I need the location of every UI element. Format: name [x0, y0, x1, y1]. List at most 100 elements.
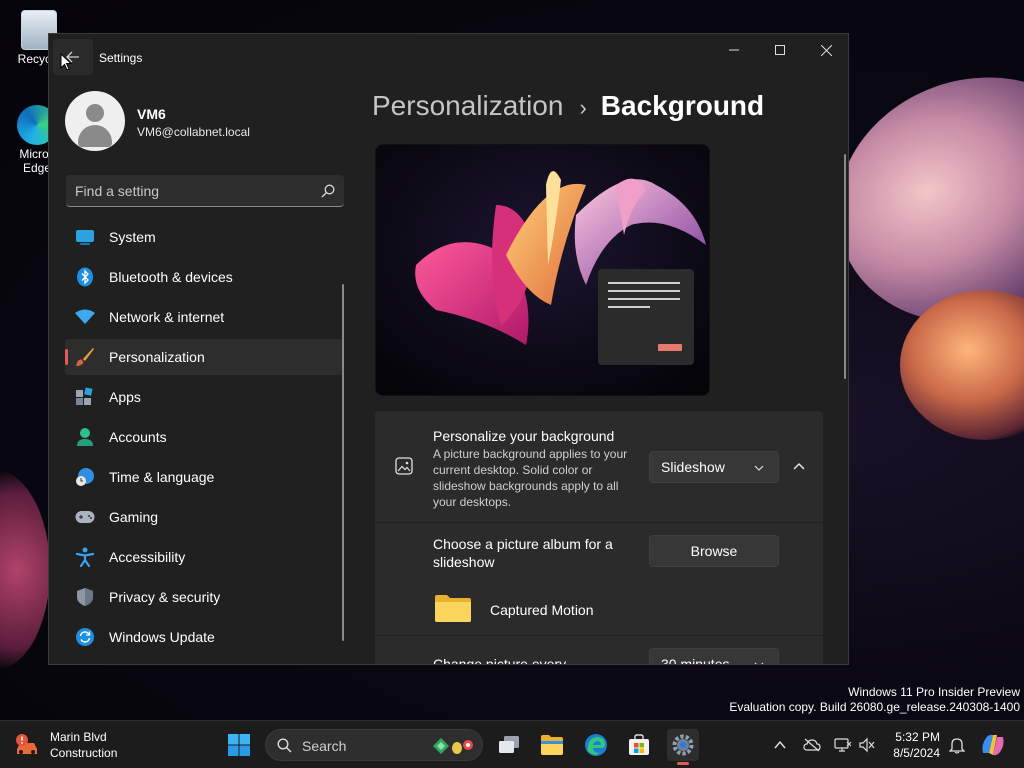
minimize-button[interactable] [711, 34, 757, 66]
browse-button[interactable]: Browse [649, 535, 779, 567]
weather-widget[interactable]: Marin Blvd Construction [14, 729, 117, 761]
start-button[interactable] [223, 729, 255, 761]
nav-item-accounts[interactable]: Accounts [65, 419, 343, 455]
update-icon [75, 627, 95, 647]
accessibility-icon [75, 547, 95, 567]
nav-item-label: Privacy & security [109, 589, 221, 605]
gaming-icon [75, 507, 95, 527]
shield-icon [75, 587, 95, 607]
nav-item-privacy[interactable]: Privacy & security [65, 579, 343, 615]
apps-icon [75, 387, 95, 407]
nav-item-time-language[interactable]: Time & language [65, 459, 343, 495]
brush-icon [75, 347, 95, 367]
title-bar[interactable]: Settings [49, 34, 848, 82]
nav-item-system[interactable]: System [65, 219, 343, 255]
collapse-button[interactable] [785, 455, 813, 479]
file-explorer-icon [541, 735, 563, 755]
accounts-icon [75, 427, 95, 447]
bluetooth-icon [75, 267, 95, 287]
nav-item-label: Bluetooth & devices [109, 269, 233, 285]
nav-item-network[interactable]: Network & internet [65, 299, 343, 335]
chevron-up-icon [774, 740, 786, 749]
clock-date: 8/5/2024 [893, 746, 940, 760]
minimize-icon [729, 49, 739, 51]
notifications-button[interactable] [948, 736, 966, 754]
background-type-dropdown[interactable]: Slideshow [649, 451, 779, 483]
user-email: VM6@collabnet.local [137, 125, 250, 139]
traffic-alert-icon [16, 734, 37, 754]
personalize-background-title: Personalize your background [433, 428, 615, 444]
nav-item-bluetooth[interactable]: Bluetooth & devices [65, 259, 343, 295]
search-input[interactable] [66, 175, 306, 206]
weather-subtitle: Construction [50, 746, 118, 760]
evaluation-watermark: Windows 11 Pro Insider Preview Evaluatio… [729, 685, 1020, 715]
nav-item-accessibility[interactable]: Accessibility [65, 539, 343, 575]
nav-item-apps[interactable]: Apps [65, 379, 343, 415]
back-button[interactable] [53, 39, 93, 75]
chevron-down-icon [754, 662, 764, 664]
picture-album-card: Choose a picture album for a slideshow B… [375, 523, 823, 635]
show-hidden-icons-button[interactable] [771, 736, 789, 754]
edge-taskbar-button[interactable] [580, 729, 612, 761]
watermark-line: Evaluation copy. Build 26080.ge_release.… [729, 700, 1020, 714]
nav-item-label: Apps [109, 389, 141, 405]
personalize-background-description: A picture background applies to your cur… [433, 447, 628, 509]
chevron-down-icon [754, 465, 764, 471]
dropdown-value: Slideshow [661, 459, 725, 475]
breadcrumb: Personalization › Background [372, 90, 764, 122]
taskbar: Marin Blvd Construction Search 5:32 PM 8… [0, 720, 1024, 768]
picture-album-title: Choose a picture album for a slideshow [433, 536, 613, 570]
nav-item-label: Accessibility [109, 549, 186, 565]
store-button[interactable] [623, 729, 655, 761]
dropdown-value: 30 minutes [661, 656, 730, 665]
close-button[interactable] [803, 34, 848, 66]
weather-title: Marin Blvd [50, 730, 107, 744]
maximize-button[interactable] [757, 34, 803, 66]
taskbar-search[interactable]: Search [265, 729, 483, 761]
system-icon [75, 227, 95, 247]
avatar[interactable] [65, 91, 125, 151]
content-scrollbar[interactable] [844, 154, 846, 379]
change-picture-interval-card: Change picture every 30 minutes [375, 636, 823, 665]
cloud-status-button[interactable] [803, 736, 821, 754]
wallpaper-shape [0, 470, 50, 670]
nav-item-label: Windows Update [109, 629, 215, 645]
nav-item-gaming[interactable]: Gaming [65, 499, 343, 535]
network-status-button[interactable] [834, 736, 852, 754]
wifi-icon [75, 307, 95, 327]
interval-dropdown[interactable]: 30 minutes [649, 648, 779, 665]
taskbar-clock[interactable]: 5:32 PM 8/5/2024 [880, 729, 940, 761]
search-highlight-icon [433, 738, 473, 754]
nav-item-label: Accounts [109, 429, 167, 445]
copilot-icon [982, 734, 1004, 756]
breadcrumb-separator: › [579, 95, 587, 120]
nav-scrollbar[interactable] [342, 284, 344, 641]
nav-item-windows-update[interactable]: Windows Update [65, 619, 343, 655]
nav-item-label: Gaming [109, 509, 159, 525]
chevron-up-icon [793, 463, 805, 470]
personalize-background-card: Personalize your background A picture ba… [375, 411, 823, 522]
volume-muted-icon [859, 737, 875, 753]
settings-window: Settings VM6 VM6@collabnet.local System [48, 33, 849, 665]
time-language-icon [75, 467, 95, 487]
volume-button[interactable] [858, 736, 876, 754]
settings-taskbar-button[interactable] [667, 729, 699, 765]
nav-item-label: Network & internet [109, 309, 225, 325]
window-title: Settings [99, 51, 143, 65]
task-view-button[interactable] [493, 729, 525, 761]
nav-item-label: Time & language [109, 469, 215, 485]
clock-time: 5:32 PM [895, 730, 940, 744]
store-icon [629, 734, 649, 755]
copilot-button[interactable] [980, 732, 1006, 758]
start-icon [228, 734, 250, 756]
search-icon [277, 738, 292, 753]
cloud-offline-icon [803, 738, 821, 752]
file-explorer-button[interactable] [536, 729, 568, 761]
find-setting-search[interactable] [66, 175, 344, 207]
nav-item-personalization[interactable]: Personalization [65, 339, 343, 375]
search-icon[interactable] [321, 184, 335, 198]
breadcrumb-parent[interactable]: Personalization [372, 90, 563, 122]
mouse-cursor-icon [60, 53, 72, 71]
preview-image [376, 145, 709, 395]
network-icon [834, 738, 852, 752]
